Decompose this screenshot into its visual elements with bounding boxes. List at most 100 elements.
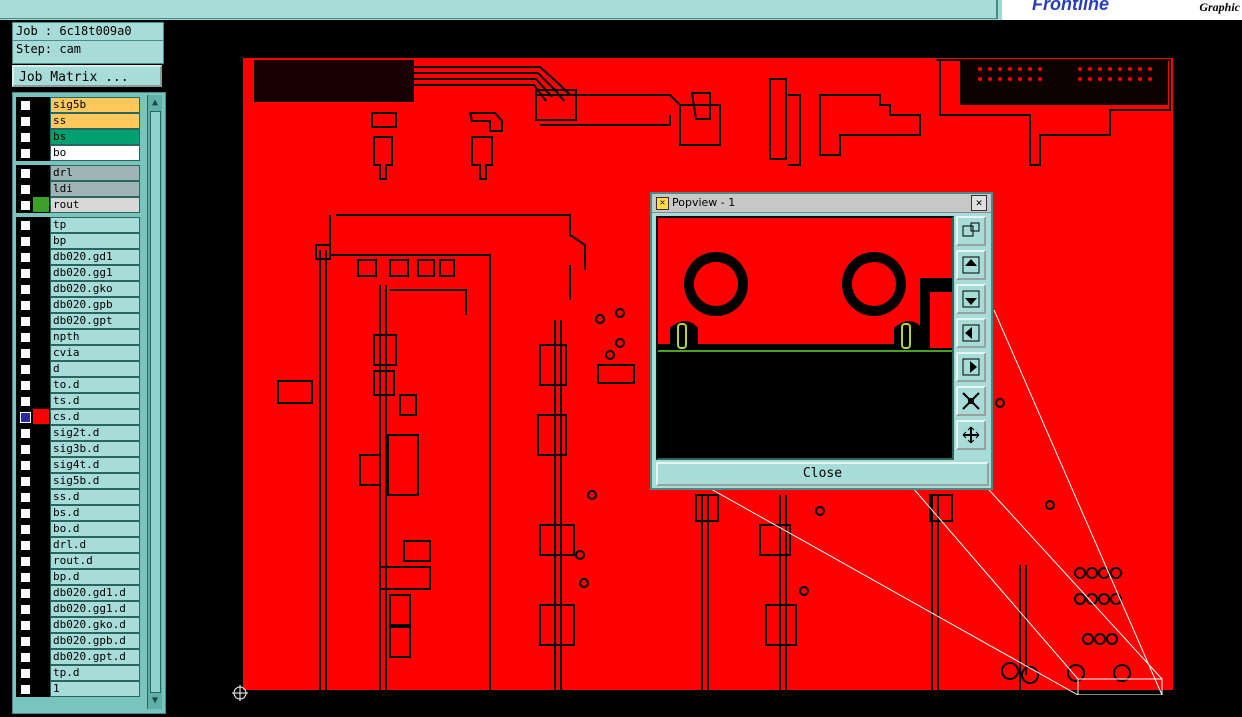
layer-row[interactable]: sig5b.d (16, 473, 140, 489)
layer-checkbox[interactable] (20, 200, 31, 211)
layer-checkbox[interactable] (20, 460, 31, 471)
zoom-fit-icon[interactable] (956, 216, 986, 246)
layer-color-swatch[interactable] (33, 233, 49, 248)
layer-row[interactable]: bp.d (16, 569, 140, 585)
zoom-in-icon[interactable] (956, 386, 986, 416)
layer-color-swatch[interactable] (33, 329, 49, 344)
layer-color-swatch[interactable] (33, 681, 49, 696)
layer-name[interactable]: tp (50, 217, 140, 233)
layer-name[interactable]: d (50, 361, 140, 377)
close-icon[interactable]: ✕ (971, 195, 987, 211)
layer-color-swatch[interactable] (33, 281, 49, 296)
layer-name[interactable]: db020.gg1 (50, 265, 140, 281)
layer-row[interactable]: bp (16, 233, 140, 249)
layer-checkbox[interactable] (20, 284, 31, 295)
layer-name[interactable]: bp (50, 233, 140, 249)
pan-left-icon[interactable] (956, 318, 986, 348)
layer-color-swatch[interactable] (33, 361, 49, 376)
layer-row[interactable]: sig3b.d (16, 441, 140, 457)
layer-row[interactable]: tp (16, 217, 140, 233)
layer-color-swatch[interactable] (33, 265, 49, 280)
layer-row[interactable]: db020.gko (16, 281, 140, 297)
popview-canvas[interactable] (656, 216, 954, 460)
layer-color-swatch[interactable] (33, 377, 49, 392)
layer-row[interactable]: drl.d (16, 537, 140, 553)
layer-checkbox[interactable] (20, 684, 31, 695)
layer-checkbox[interactable] (20, 444, 31, 455)
layer-color-swatch[interactable] (33, 585, 49, 600)
layer-color-swatch[interactable] (33, 97, 49, 112)
layer-checkbox[interactable] (20, 348, 31, 359)
scroll-thumb[interactable] (150, 111, 161, 693)
layer-checkbox[interactable] (20, 556, 31, 567)
layer-checkbox[interactable] (20, 668, 31, 679)
layer-row[interactable]: bs.d (16, 505, 140, 521)
layer-row[interactable]: to.d (16, 377, 140, 393)
layer-name[interactable]: bp.d (50, 569, 140, 585)
layer-row[interactable]: db020.gpb (16, 297, 140, 313)
layer-checkbox[interactable] (20, 332, 31, 343)
layer-name[interactable]: cvia (50, 345, 140, 361)
layer-checkbox[interactable] (20, 396, 31, 407)
layer-row[interactable]: tp.d (16, 665, 140, 681)
layer-name[interactable]: sig2t.d (50, 425, 140, 441)
layer-row[interactable]: cs.d (16, 409, 140, 425)
layer-row[interactable]: d (16, 361, 140, 377)
layer-row[interactable]: ldi (16, 181, 140, 197)
layer-name[interactable]: db020.gd1 (50, 249, 140, 265)
layer-color-swatch[interactable] (33, 129, 49, 144)
layer-name[interactable]: to.d (50, 377, 140, 393)
layer-checkbox[interactable] (20, 316, 31, 327)
layer-name[interactable]: sig5b (50, 97, 140, 113)
layer-row[interactable]: sig4t.d (16, 457, 140, 473)
layer-row[interactable]: rout.d (16, 553, 140, 569)
layer-color-swatch[interactable] (33, 249, 49, 264)
layer-name[interactable]: npth (50, 329, 140, 345)
layer-checkbox[interactable] (20, 636, 31, 647)
layer-name[interactable]: ss.d (50, 489, 140, 505)
layer-list-scrollbar[interactable]: ▲ ▼ (147, 95, 162, 709)
layer-row[interactable]: db020.gpt (16, 313, 140, 329)
layer-name[interactable]: db020.gko.d (50, 617, 140, 633)
layer-checkbox[interactable] (20, 132, 31, 143)
layer-name[interactable]: cs.d (50, 409, 140, 425)
pan-up-icon[interactable] (956, 250, 986, 280)
layer-checkbox[interactable] (20, 168, 31, 179)
layer-color-swatch[interactable] (33, 197, 49, 212)
layer-color-swatch[interactable] (33, 181, 49, 196)
layer-name[interactable]: db020.gko (50, 281, 140, 297)
layer-row[interactable]: ts.d (16, 393, 140, 409)
layer-row[interactable]: db020.gg1.d (16, 601, 140, 617)
layer-name[interactable]: db020.gg1.d (50, 601, 140, 617)
job-matrix-button[interactable]: Job Matrix ... (12, 65, 162, 87)
layer-name[interactable]: bo (50, 145, 140, 161)
layer-row[interactable]: npth (16, 329, 140, 345)
layer-checkbox[interactable] (20, 220, 31, 231)
layer-name[interactable]: ts.d (50, 393, 140, 409)
layer-color-swatch[interactable] (33, 425, 49, 440)
layer-checkbox[interactable] (20, 428, 31, 439)
layer-name[interactable]: sig4t.d (50, 457, 140, 473)
layer-checkbox[interactable] (20, 184, 31, 195)
layer-color-swatch[interactable] (33, 649, 49, 664)
pan-right-icon[interactable] (956, 352, 986, 382)
layer-checkbox[interactable] (20, 412, 31, 423)
layer-checkbox[interactable] (20, 268, 31, 279)
layer-row[interactable]: db020.gg1 (16, 265, 140, 281)
scroll-up-icon[interactable]: ▲ (149, 97, 161, 109)
menu-bar[interactable] (0, 0, 998, 19)
layer-color-swatch[interactable] (33, 313, 49, 328)
layer-row[interactable]: db020.gd1.d (16, 585, 140, 601)
pan-down-icon[interactable] (956, 284, 986, 314)
layer-color-swatch[interactable] (33, 665, 49, 680)
layer-name[interactable]: sig3b.d (50, 441, 140, 457)
layer-name[interactable]: rout (50, 197, 140, 213)
layer-checkbox[interactable] (20, 540, 31, 551)
layer-name[interactable]: ss (50, 113, 140, 129)
layer-row[interactable]: drl (16, 165, 140, 181)
layer-name[interactable]: db020.gd1.d (50, 585, 140, 601)
layer-checkbox[interactable] (20, 604, 31, 615)
layer-checkbox[interactable] (20, 652, 31, 663)
scroll-down-icon[interactable]: ▼ (149, 695, 161, 707)
layer-checkbox[interactable] (20, 236, 31, 247)
